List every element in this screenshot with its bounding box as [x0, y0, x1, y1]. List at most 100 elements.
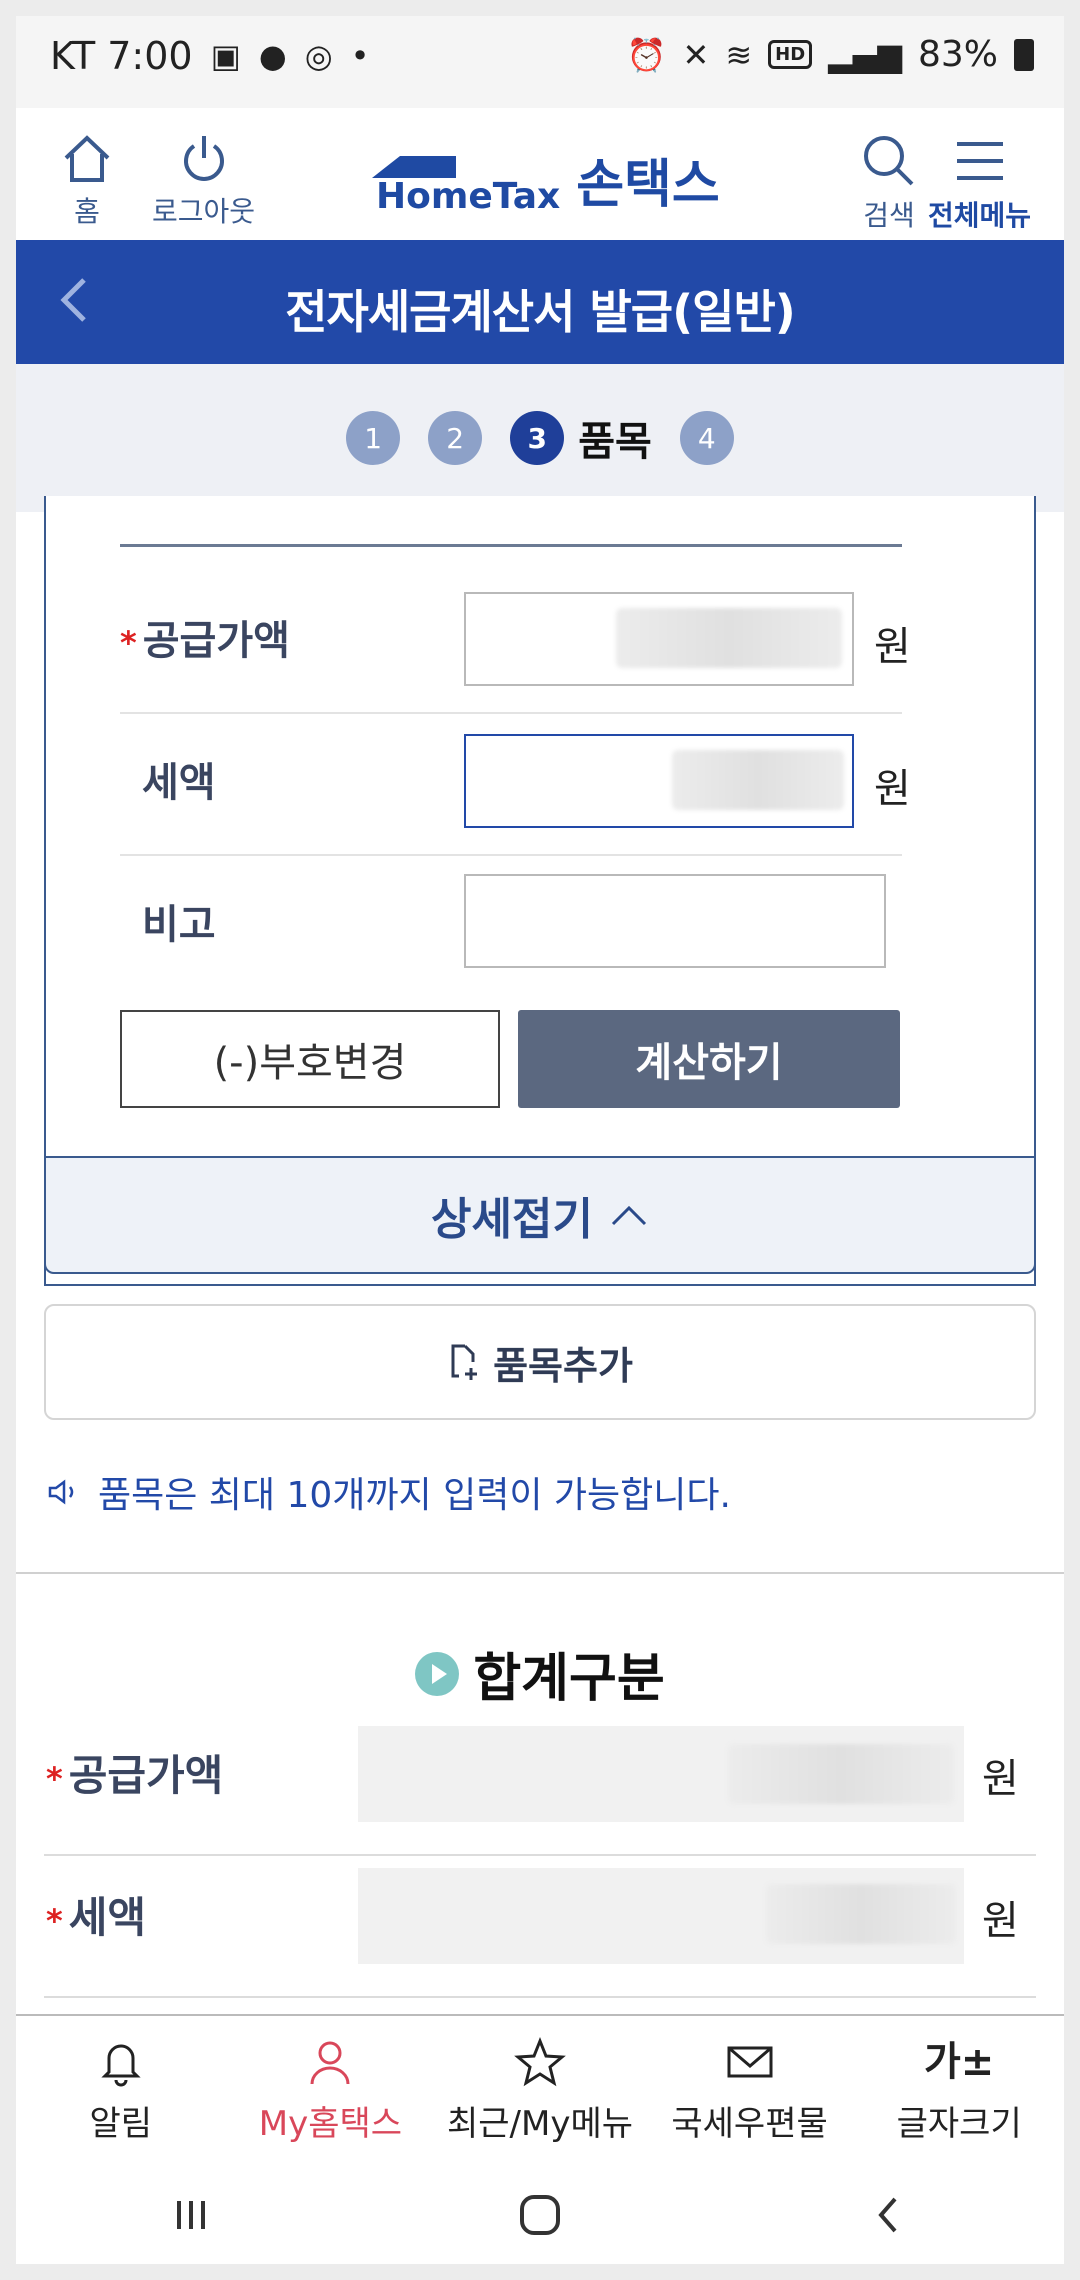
nav-recent-menu[interactable]: 최근/My메뉴	[435, 2016, 645, 2164]
nav-my-hometax-label: My홈택스	[258, 2103, 403, 2144]
nav-tax-mail[interactable]: 국세우편물	[645, 2016, 855, 2164]
supply-amount-text: 공급가액	[142, 618, 290, 664]
hometax-logo[interactable]: HomeTax 손택스	[372, 142, 720, 217]
nav-my-hometax[interactable]: My홈택스	[226, 2016, 436, 2164]
summary-tax-unit: 원	[982, 1898, 1019, 1944]
active-step-label: 품목	[578, 419, 652, 465]
signal-icon: ▂▄▆	[828, 35, 902, 74]
wifi-icon: ≋	[725, 35, 753, 74]
add-document-icon	[451, 1344, 478, 1380]
tax-amount-input[interactable]	[464, 734, 854, 828]
summary-supply-label: * 공급가액	[46, 1742, 223, 1803]
redacted-value	[616, 608, 842, 668]
summary-title-text: 합계구분	[473, 1649, 665, 1709]
recent-apps-icon[interactable]	[161, 2185, 221, 2245]
step-3-active: 3	[510, 411, 565, 465]
app-frame: KT 7:00 ▣ ● ◎ • ⏰ ✕ ≋ HD ▂▄▆ 83% 홈 로그아웃	[16, 16, 1064, 2264]
bell-icon	[101, 2044, 141, 2086]
redacted-value	[728, 1744, 954, 1804]
supply-amount-label: * 공급가액	[120, 608, 290, 666]
nav-alerts-label: 알림	[89, 2103, 153, 2144]
status-left: KT 7:00 ▣ ● ◎ •	[50, 34, 370, 78]
logo-ko: 손택스	[576, 155, 720, 215]
person-icon	[310, 2041, 350, 2084]
calculate-button[interactable]: 계산하기	[518, 1010, 900, 1108]
item-limit-notice: 품목은 최대 10개까지 입력이 가능합니다.	[46, 1466, 731, 1518]
home-circle-icon[interactable]	[510, 2185, 570, 2245]
summary-tax-text: 세액	[68, 1893, 147, 1942]
all-menu-button[interactable]: 전체메뉴	[928, 132, 1031, 234]
nav-recent-menu-label: 최근/My메뉴	[446, 2103, 633, 2144]
section-divider	[16, 1572, 1064, 1574]
notice-text: 품목은 최대 10개까지 입력이 가능합니다.	[98, 1475, 731, 1516]
logout-button[interactable]: 로그아웃	[152, 132, 255, 230]
summary-supply-unit: 원	[982, 1756, 1019, 1802]
roof-icon	[372, 156, 456, 178]
redacted-value	[672, 750, 844, 810]
summary-supply-text: 공급가액	[68, 1751, 224, 1800]
page-title: 전자세금계산서 발급(일반)	[285, 285, 796, 339]
search-button[interactable]: 검색	[860, 132, 918, 234]
system-navigation	[16, 2166, 1064, 2264]
collapse-details-button[interactable]: 상세접기	[44, 1156, 1036, 1274]
summary-tax-value	[358, 1868, 964, 1964]
hd-icon: HD	[768, 40, 813, 69]
search-icon	[864, 136, 914, 186]
mail-icon	[727, 2046, 773, 2077]
battery-icon	[1014, 38, 1034, 71]
status-bar: KT 7:00 ▣ ● ◎ • ⏰ ✕ ≋ HD ▂▄▆ 83%	[16, 16, 1064, 108]
tax-amount-unit: 원	[874, 766, 911, 812]
nav-font-size-label: 글자크기	[896, 2103, 1022, 2144]
alarm-icon: ⏰	[626, 35, 667, 74]
font-size-icon: 가±	[924, 2038, 995, 2085]
collapse-label: 상세접기	[431, 1194, 593, 1245]
speaker-icon	[48, 1479, 74, 1505]
supply-amount-input[interactable]	[464, 592, 854, 686]
required-mark: *	[46, 1760, 63, 1798]
title-bar: 전자세금계산서 발급(일반)	[16, 240, 1064, 364]
nav-alerts[interactable]: 알림	[16, 2016, 226, 2164]
card-top-divider	[120, 544, 902, 547]
bottom-navigation: 알림 My홈택스 최근/My메뉴 국세우편물 가± 글자크기	[16, 2014, 1064, 2164]
gallery-icon: ▣	[210, 37, 241, 75]
supply-amount-unit: 원	[874, 624, 911, 670]
play-bullet-icon	[415, 1651, 460, 1696]
row-divider	[44, 1854, 1036, 1856]
app-header: 홈 로그아웃 HomeTax 손택스 검색 전체메뉴	[16, 108, 1064, 256]
step-2: 2	[428, 411, 483, 465]
note-label: 비고	[142, 902, 216, 948]
dot-icon: •	[350, 37, 370, 75]
search-label: 검색	[863, 199, 915, 232]
mute-icon: ✕	[682, 35, 710, 74]
note-input[interactable]	[464, 874, 886, 968]
step-4: 4	[679, 411, 734, 465]
chevron-up-icon	[611, 1205, 647, 1226]
power-icon	[183, 136, 224, 181]
logout-label: 로그아웃	[152, 195, 256, 228]
back-icon[interactable]	[859, 2185, 919, 2245]
step-1: 1	[346, 411, 401, 465]
carrier-time: KT 7:00	[50, 34, 193, 78]
row-divider	[44, 1996, 1036, 1998]
step-indicator: 1 2 3 품목 4	[16, 364, 1064, 512]
battery-percent: 83%	[917, 34, 998, 75]
status-right: ⏰ ✕ ≋ HD ▂▄▆ 83%	[627, 34, 1034, 75]
home-label: 홈	[74, 195, 100, 228]
add-item-button[interactable]: 품목추가	[44, 1304, 1036, 1420]
row-divider	[120, 712, 902, 714]
nav-tax-mail-label: 국세우편물	[671, 2103, 828, 2144]
summary-supply-value	[358, 1726, 964, 1822]
nav-font-size[interactable]: 가± 글자크기	[854, 2016, 1064, 2164]
sign-change-button[interactable]: (-)부호변경	[120, 1010, 500, 1108]
required-mark: *	[46, 1902, 63, 1940]
home-icon	[64, 135, 110, 182]
hamburger-icon	[956, 142, 1003, 180]
logo-en-text: HomeTax	[376, 176, 561, 217]
tax-amount-label: 세액	[142, 760, 216, 806]
home-button[interactable]: 홈	[60, 132, 114, 230]
summary-tax-label: * 세액	[46, 1884, 146, 1945]
row-divider	[120, 854, 902, 856]
watch-icon: ◎	[304, 37, 333, 75]
redacted-value	[766, 1884, 956, 1944]
star-icon	[514, 2036, 566, 2086]
